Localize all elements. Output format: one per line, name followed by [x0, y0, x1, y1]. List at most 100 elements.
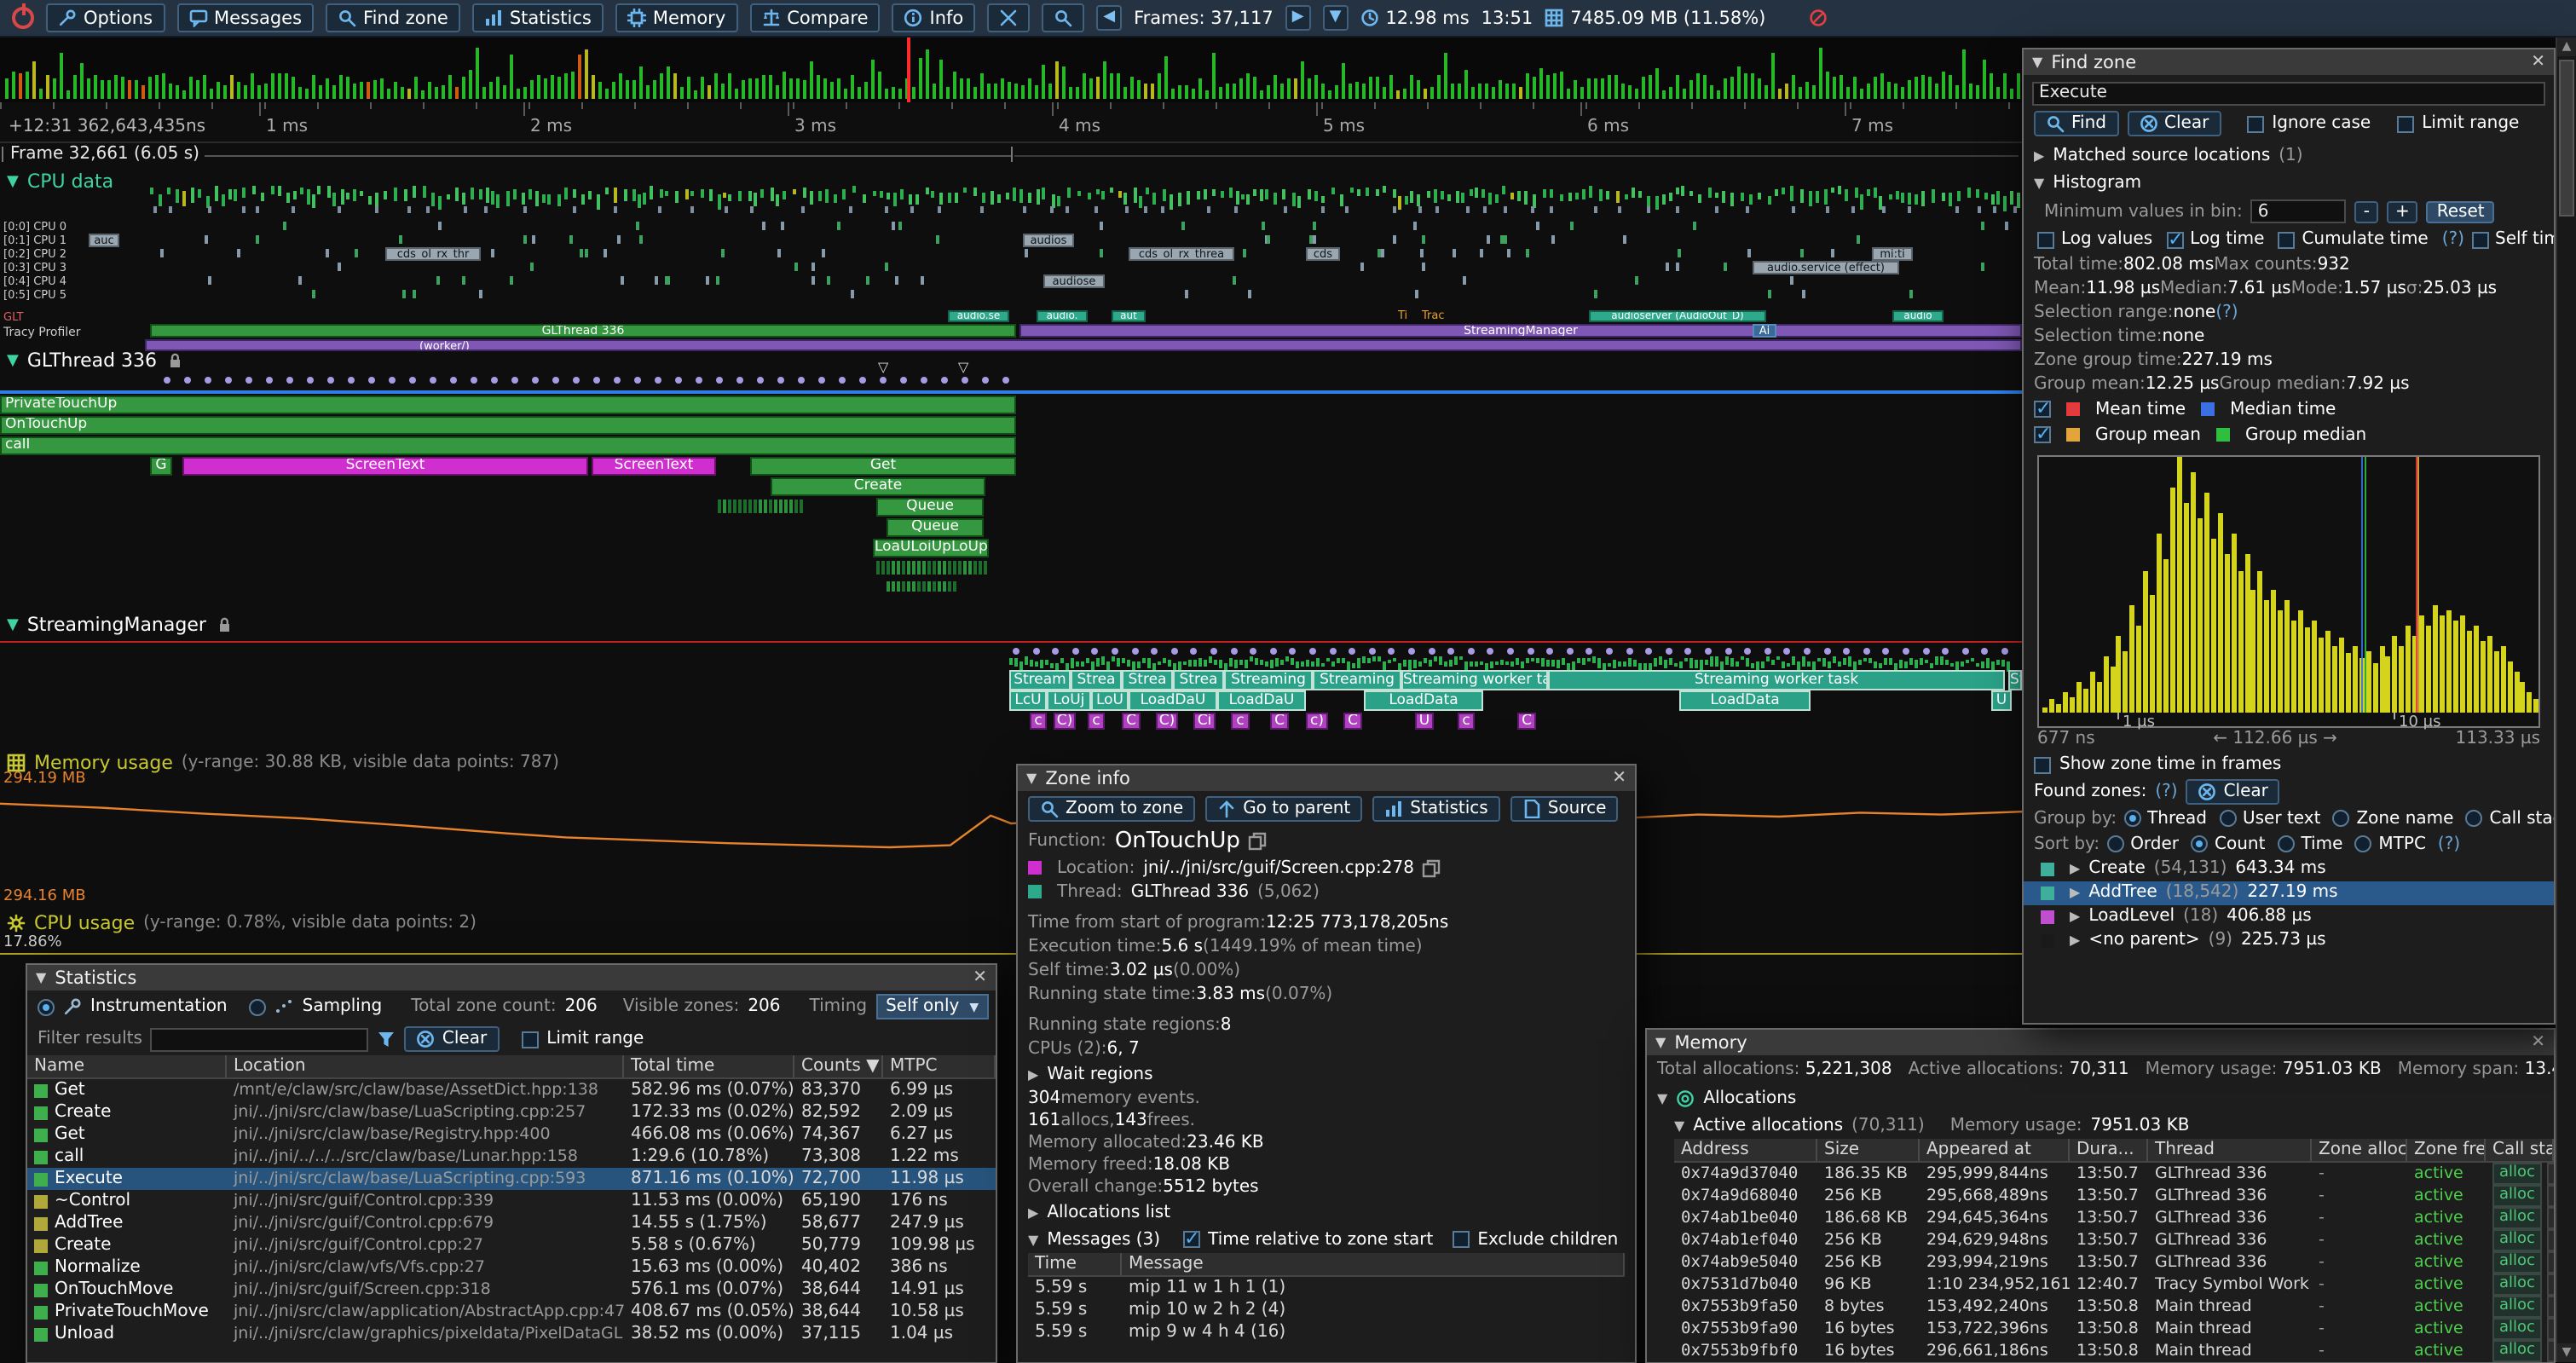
- message-dot[interactable]: [1962, 648, 1969, 655]
- gl-micro-zone[interactable]: [759, 500, 762, 513]
- audio-zone[interactable]: audio: [1892, 310, 1944, 322]
- message-dot[interactable]: [1843, 648, 1850, 655]
- statistics-row[interactable]: Createjni/../jni/src/claw/base/LuaScript…: [27, 1101, 996, 1123]
- callstack-alloc-link[interactable]: alloc: [2492, 1273, 2542, 1296]
- message-marker-icon[interactable]: ▽: [878, 360, 888, 375]
- streaming-zone[interactable]: U: [1991, 690, 2012, 711]
- column-header-zone-alloc[interactable]: Zone alloc: [2312, 1139, 2407, 1161]
- thread-span-zone[interactable]: GLThread 336: [150, 324, 1016, 338]
- cpu-data-header[interactable]: ▼CPU data: [7, 170, 113, 193]
- message-dot[interactable]: [1290, 648, 1297, 655]
- exclude-children-checkbox[interactable]: [1452, 1231, 1469, 1248]
- histogram-expander[interactable]: ▼Histogram: [2024, 170, 2554, 197]
- statistics-row[interactable]: AddTreejni/../jni/src/guif/Control.cpp:6…: [27, 1212, 996, 1234]
- gl-micro-zone[interactable]: [907, 561, 910, 575]
- message-dot[interactable]: [1447, 648, 1454, 655]
- messages-expander[interactable]: ▼Messages (3)Time relative to zone start…: [1018, 1226, 1635, 1253]
- callstack-alloc-link[interactable]: alloc: [2492, 1251, 2542, 1273]
- message-dot[interactable]: [1586, 648, 1593, 655]
- gl-zone[interactable]: Create: [771, 477, 985, 496]
- message-dot[interactable]: [1013, 648, 1019, 655]
- gl-micro-zone[interactable]: [953, 581, 956, 592]
- show-zone-time-checkbox[interactable]: [2034, 756, 2051, 773]
- message-dot[interactable]: [675, 377, 682, 384]
- legend-checkbox[interactable]: [2034, 426, 2051, 443]
- gl-micro-zone[interactable]: [912, 581, 915, 592]
- message-dot[interactable]: [1922, 648, 1929, 655]
- message-row[interactable]: 5.59 smip 9 w 4 h 4 (16): [1028, 1321, 1625, 1343]
- gl-micro-zone[interactable]: [902, 581, 905, 592]
- gl-zone[interactable]: Get: [750, 457, 1016, 476]
- message-dot[interactable]: [511, 377, 518, 384]
- message-dot[interactable]: [1002, 377, 1009, 384]
- message-dot[interactable]: [245, 377, 252, 384]
- message-dot[interactable]: [818, 377, 825, 384]
- streaming-zone[interactable]: c): [1306, 713, 1328, 730]
- found-zone-row[interactable]: ▶LoadLevel(18)406.88 µs: [2024, 904, 2554, 928]
- timing-select[interactable]: Self only ▼: [875, 994, 989, 1019]
- streaming-header[interactable]: ▼StreamingManager: [7, 614, 234, 636]
- callstack-alloc-link[interactable]: alloc: [2492, 1318, 2542, 1340]
- gl-micro-zone[interactable]: [728, 500, 731, 513]
- streaming-zone[interactable]: Stream: [1009, 670, 1071, 690]
- stats-limit-range-checkbox[interactable]: [521, 1031, 538, 1048]
- gl-zone[interactable]: OnTouchUp: [0, 416, 1016, 435]
- message-dot[interactable]: [900, 377, 907, 384]
- message-row[interactable]: 5.59 smip 10 w 2 h 2 (4): [1028, 1299, 1625, 1321]
- streaming-zone[interactable]: Streaming: [1313, 670, 1401, 690]
- column-header-message[interactable]: Message: [1122, 1253, 1625, 1275]
- legend-checkbox[interactable]: [2034, 401, 2051, 418]
- gl-micro-zone[interactable]: [784, 500, 788, 513]
- column-header-call-stack[interactable]: Call stack: [2486, 1139, 2554, 1161]
- scroll-down-icon[interactable]: ▼: [2557, 1343, 2576, 1362]
- callstack-free-link[interactable]: free: [2547, 1296, 2554, 1318]
- gl-micro-zone[interactable]: [892, 581, 895, 592]
- message-dot[interactable]: [1666, 648, 1672, 655]
- cpu-zone-chip[interactable]: audio.service (effect): [1753, 261, 1899, 274]
- message-dot[interactable]: [962, 377, 968, 384]
- streaming-zone[interactable]: LoUj: [1047, 690, 1091, 711]
- streaming-zone[interactable]: C): [1054, 713, 1076, 730]
- streaming-zone[interactable]: LoadData: [1679, 690, 1811, 711]
- message-dot[interactable]: [1032, 648, 1039, 655]
- message-dot[interactable]: [307, 377, 314, 384]
- column-header-appeared-at[interactable]: Appeared at: [1920, 1139, 2070, 1161]
- streaming-zone[interactable]: c: [1088, 713, 1105, 730]
- scrollbar-thumb[interactable]: [2559, 60, 2574, 217]
- audio-zone[interactable]: audio.se: [948, 310, 1009, 322]
- callstack-free-link[interactable]: free: [2547, 1163, 2554, 1185]
- toolbar-button-compare[interactable]: Compare: [749, 3, 880, 32]
- find-button[interactable]: Find: [2034, 111, 2118, 136]
- message-dot[interactable]: [1903, 648, 1909, 655]
- statistics-row[interactable]: Normalizejni/../jni/src/claw/vfs/Vfs.cpp…: [27, 1256, 996, 1279]
- min-bin-input[interactable]: [2251, 199, 2347, 223]
- message-dot[interactable]: [1784, 648, 1791, 655]
- ignore-case-checkbox[interactable]: [2246, 115, 2263, 132]
- callstack-free-link[interactable]: free: [2547, 1251, 2554, 1273]
- messages-table-header[interactable]: TimeMessage: [1028, 1253, 1625, 1277]
- found-zone-row[interactable]: ▶<no parent>(9)225.73 µs: [2024, 928, 2554, 952]
- message-dot[interactable]: [1349, 648, 1355, 655]
- streaming-zone[interactable]: LoadData: [1364, 690, 1483, 711]
- gl-micro-zone[interactable]: [892, 561, 895, 575]
- fz-limit-range-checkbox[interactable]: [2396, 115, 2413, 132]
- message-dot[interactable]: [1092, 648, 1099, 655]
- message-dot[interactable]: [1685, 648, 1692, 655]
- allocation-row[interactable]: 0x7553b9fbf016 bytes296,661,186ns13:50.8…: [1674, 1340, 2554, 1362]
- callstack-free-link[interactable]: free: [2547, 1340, 2554, 1362]
- message-dot[interactable]: [1645, 648, 1652, 655]
- statistics-row[interactable]: Executejni/../jni/src/claw/base/LuaScrip…: [27, 1168, 996, 1190]
- message-dot[interactable]: [1131, 648, 1138, 655]
- message-dot[interactable]: [880, 377, 887, 384]
- streaming-zone[interactable]: c: [1030, 713, 1047, 730]
- statistics-row[interactable]: Unloadjni/../jni/src/claw/graphics/pixel…: [27, 1323, 996, 1345]
- message-dot[interactable]: [471, 377, 477, 384]
- cpu-zone-chip[interactable]: audiose: [1043, 274, 1105, 288]
- streaming-zone[interactable]: C: [1517, 713, 1536, 730]
- statistics-row[interactable]: OnTouchMovejni/../jni/src/guif/Screen.cp…: [27, 1279, 996, 1301]
- message-dot[interactable]: [941, 377, 948, 384]
- message-dot[interactable]: [1606, 648, 1613, 655]
- cpu-zone-chip[interactable]: mi:ti: [1872, 247, 1913, 261]
- go-to-parent-button[interactable]: Go to parent: [1205, 795, 1362, 821]
- user-text-radio[interactable]: [2219, 810, 2236, 827]
